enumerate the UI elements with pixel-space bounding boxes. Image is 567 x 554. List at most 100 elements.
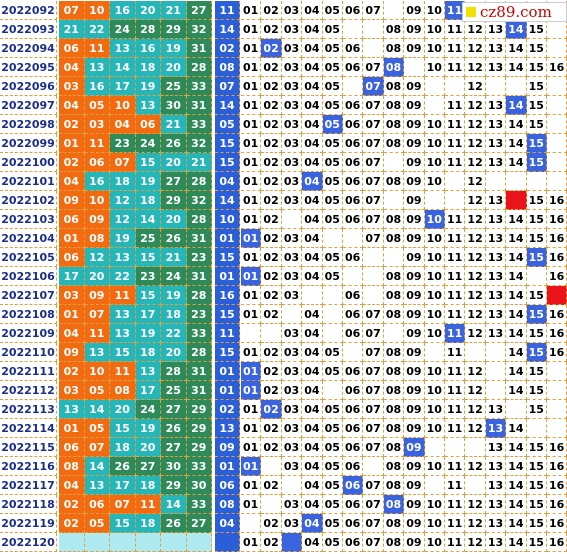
back-number: 14 — [215, 20, 240, 39]
distribution-cell — [547, 381, 567, 400]
distribution-cell: 06 — [343, 514, 364, 533]
distribution-cell: 14 — [506, 457, 527, 476]
distribution-cell — [363, 267, 384, 286]
distribution-cell: 02 — [261, 476, 282, 495]
distribution-cell — [383, 153, 405, 172]
distribution-cell: 02 — [261, 343, 282, 362]
front-number: 13 — [110, 305, 136, 324]
distribution-cell: 05 — [322, 438, 343, 457]
distribution-cell: 14 — [506, 495, 527, 514]
front-number: 14 — [110, 58, 136, 77]
front-number: 16 — [84, 172, 110, 191]
back-number: 11 — [215, 324, 240, 343]
front-number: 07 — [84, 305, 110, 324]
back-number: 01 — [215, 381, 240, 400]
distribution-cell — [526, 267, 547, 286]
front-number — [161, 533, 187, 552]
front-number: 05 — [84, 514, 110, 533]
distribution-cell: 10 — [424, 267, 445, 286]
distribution-cell: 11 — [445, 381, 466, 400]
distribution-hit-red — [547, 286, 567, 305]
distribution-hit: 06 — [343, 476, 364, 495]
distribution-cell: 12 — [465, 134, 486, 153]
front-number: 06 — [59, 248, 85, 267]
back-number: 01 — [215, 229, 240, 248]
front-number: 33 — [186, 115, 212, 134]
distribution-cell: 12 — [465, 305, 486, 324]
distribution-cell: 01 — [241, 343, 262, 362]
distribution-cell: 04 — [302, 229, 323, 248]
distribution-cell: 13 — [485, 20, 507, 39]
distribution-cell: 14 — [506, 438, 527, 457]
distribution-cell: 12 — [465, 229, 486, 248]
distribution-cell: 09 — [404, 267, 425, 286]
distribution-cell: 08 — [383, 457, 405, 476]
distribution-cell: 07 — [363, 134, 384, 153]
distribution-cell: 04 — [302, 153, 323, 172]
distribution-cell: 10 — [424, 457, 445, 476]
distribution-cell: 12 — [465, 58, 486, 77]
distribution-cell: 04 — [302, 400, 323, 419]
distribution-cell — [322, 229, 343, 248]
distribution-cell — [445, 191, 466, 210]
distribution-cell: 11 — [445, 96, 466, 115]
distribution-cell: 10 — [424, 39, 445, 58]
front-number: 20 — [161, 343, 187, 362]
front-number: 13 — [84, 343, 110, 362]
distribution-cell — [281, 305, 303, 324]
distribution-cell: 09 — [404, 514, 425, 533]
distribution-cell: 04 — [302, 476, 323, 495]
back-number: 15 — [215, 343, 240, 362]
distribution-cell: 03 — [281, 324, 303, 343]
front-number: 25 — [161, 77, 187, 96]
front-number: 03 — [59, 77, 85, 96]
front-number: 24 — [135, 400, 161, 419]
distribution-cell: 01 — [241, 419, 262, 438]
distribution-hit: 07 — [363, 77, 384, 96]
distribution-cell: 13 — [485, 400, 507, 419]
distribution-cell: 02 — [261, 438, 282, 457]
front-number: 17 — [59, 267, 85, 286]
distribution-cell: 14 — [506, 248, 527, 267]
distribution-cell — [445, 438, 466, 457]
front-number: 19 — [135, 324, 161, 343]
front-number: 27 — [161, 438, 187, 457]
distribution-cell: 04 — [302, 134, 323, 153]
distribution-cell: 09 — [404, 324, 425, 343]
front-number: 18 — [135, 476, 161, 495]
front-number: 06 — [59, 438, 85, 457]
front-number: 06 — [59, 210, 85, 229]
distribution-cell: 08 — [383, 476, 405, 495]
distribution-hit: 04 — [302, 172, 323, 191]
distribution-cell: 06 — [343, 210, 364, 229]
distribution-cell — [547, 172, 567, 191]
front-number: 31 — [186, 381, 212, 400]
front-number: 20 — [135, 438, 161, 457]
distribution-cell: 14 — [506, 419, 527, 438]
distribution-cell: 03 — [281, 286, 303, 305]
distribution-cell: 15 — [526, 400, 547, 419]
distribution-cell — [343, 77, 364, 96]
distribution-cell: 07 — [363, 191, 384, 210]
distribution-cell: 09 — [404, 96, 425, 115]
distribution-cell: 13 — [485, 248, 507, 267]
distribution-cell: 12 — [465, 39, 486, 58]
front-number: 31 — [186, 39, 212, 58]
distribution-cell: 06 — [343, 134, 364, 153]
front-number: 26 — [161, 419, 187, 438]
distribution-hit: 01 — [241, 362, 262, 381]
front-number: 18 — [135, 191, 161, 210]
period-label: 2022112 — [0, 381, 57, 400]
distribution-cell: 09 — [404, 362, 425, 381]
distribution-cell: 03 — [281, 134, 303, 153]
distribution-cell: 11 — [445, 419, 466, 438]
distribution-cell: 06 — [343, 115, 364, 134]
distribution-cell: 07 — [363, 362, 384, 381]
distribution-cell: 11 — [445, 153, 466, 172]
distribution-cell: 05 — [322, 267, 343, 286]
period-label: 2022102 — [0, 191, 57, 210]
distribution-cell: 06 — [343, 1, 364, 20]
distribution-cell: 14 — [506, 305, 527, 324]
distribution-cell: 09 — [404, 419, 425, 438]
front-number: 17 — [110, 77, 136, 96]
